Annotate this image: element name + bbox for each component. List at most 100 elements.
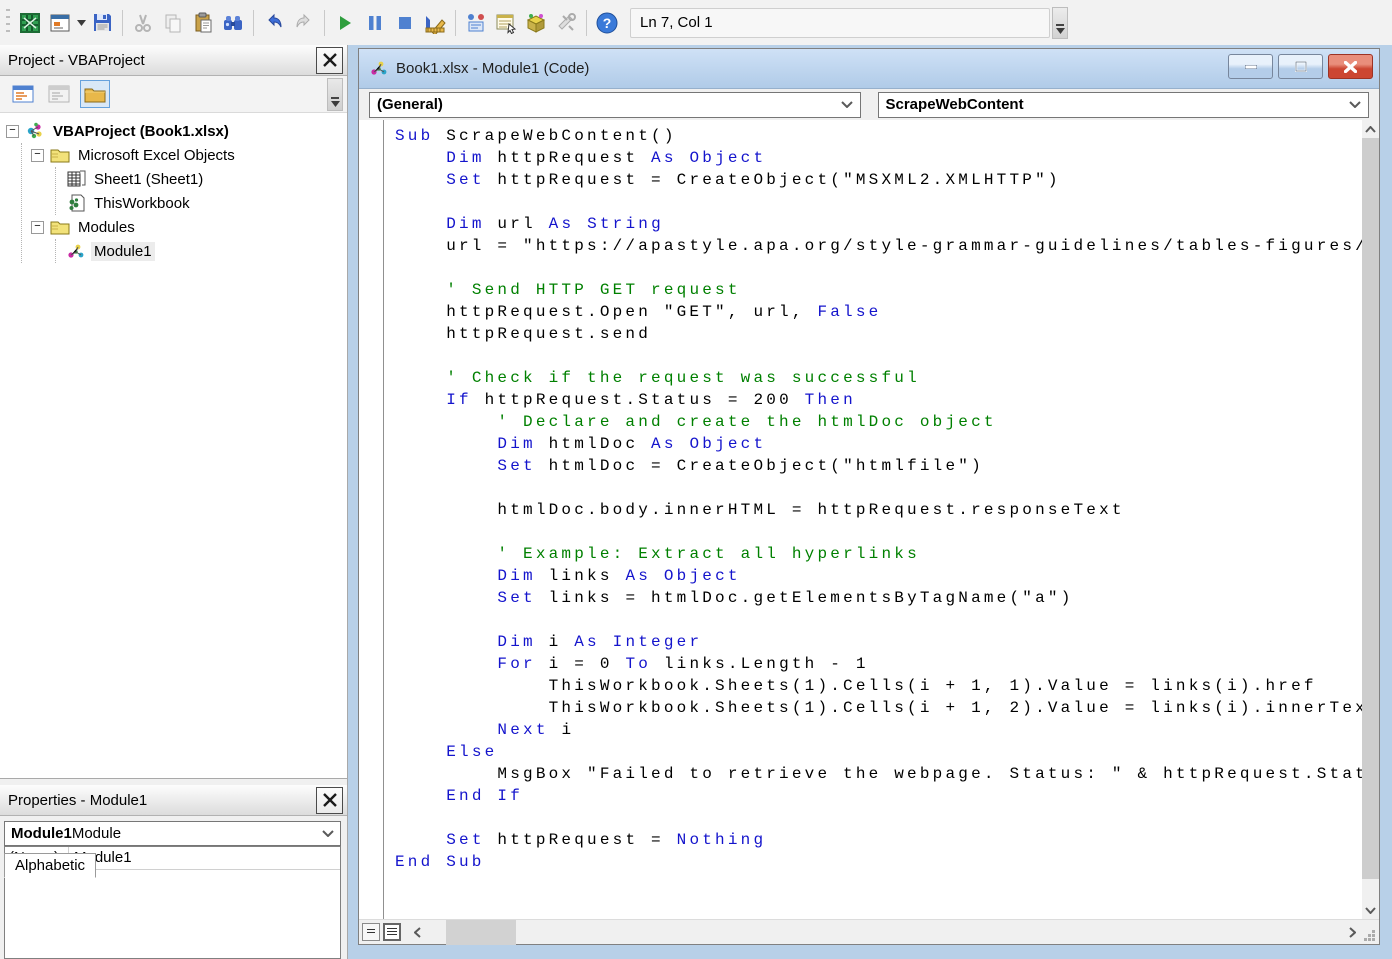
properties-panel-title: Properties - Module1 (8, 792, 316, 809)
break-icon[interactable] (361, 9, 389, 37)
project-panel-close-button[interactable] (316, 47, 343, 74)
collapse-icon[interactable] (31, 149, 44, 162)
module-icon (65, 242, 87, 260)
code-line: Dim url As String (395, 213, 1362, 235)
code-line: Dim htmlDoc As Object (395, 433, 1362, 455)
paste-icon[interactable] (189, 9, 217, 37)
save-icon[interactable] (88, 9, 116, 37)
code-line (395, 257, 1362, 279)
object-browser-icon[interactable] (522, 9, 550, 37)
toolbar-separator (455, 10, 456, 36)
code-window: Book1.xlsx - Module1 (Code) (General) (358, 48, 1380, 945)
horizontal-scrollbar-thumb[interactable] (446, 920, 516, 945)
project-explorer-icon[interactable] (462, 9, 490, 37)
object-dropdown[interactable]: (General) (369, 92, 861, 118)
code-window-titlebar[interactable]: Book1.xlsx - Module1 (Code) (359, 49, 1379, 89)
vba-project-icon (24, 122, 46, 140)
code-line: httpRequest.Open "GET", url, False (395, 301, 1362, 323)
project-panel-titlebar[interactable]: Project - VBAProject (0, 45, 347, 76)
scroll-down-icon[interactable] (1362, 901, 1379, 919)
tree-item-sheet1[interactable]: Sheet1 (Sheet1) (65, 167, 347, 191)
cut-icon[interactable] (129, 9, 157, 37)
undo-icon[interactable] (260, 9, 288, 37)
workbook-icon (65, 194, 87, 212)
find-icon[interactable] (219, 9, 247, 37)
collapse-icon[interactable] (6, 125, 19, 138)
maximize-button[interactable] (1278, 54, 1323, 79)
code-line: httpRequest.send (395, 323, 1362, 345)
tree-item-vbaproject[interactable]: VBAProject (Book1.xlsx) (6, 119, 347, 143)
project-panel-toolbar (0, 76, 347, 113)
tree-item-label: ThisWorkbook (91, 194, 193, 213)
toolbar-separator (253, 10, 254, 36)
tree-item-label: Sheet1 (Sheet1) (91, 170, 206, 189)
redo-icon[interactable] (290, 9, 318, 37)
properties-window-icon[interactable] (492, 9, 520, 37)
properties-object-selector[interactable]: Module1 Module (4, 821, 341, 846)
tree-item-modules[interactable]: Modules (31, 215, 347, 239)
project-panel-title: Project - VBAProject (8, 52, 316, 69)
toolbar-overflow-icon[interactable] (1052, 7, 1068, 39)
code-line: ' Check if the request was successful (395, 367, 1362, 389)
full-module-view-button[interactable] (383, 923, 401, 941)
code-editor[interactable]: Sub ScrapeWebContent() Dim httpRequest A… (359, 120, 1379, 919)
tree-item-excel-objects[interactable]: Microsoft Excel Objects (31, 143, 347, 167)
tree-item-label: Module1 (91, 242, 155, 261)
property-value[interactable]: Module1 (69, 847, 340, 869)
project-toolbar-overflow-icon[interactable] (327, 78, 343, 111)
chevron-down-icon (1349, 101, 1361, 108)
toolbar-separator (586, 10, 587, 36)
minimize-button[interactable] (1228, 54, 1273, 79)
standard-toolbar: ? Ln 7, Col 1 (0, 0, 1392, 45)
view-code-icon[interactable] (8, 80, 38, 108)
copy-icon[interactable] (159, 9, 187, 37)
code-line: ThisWorkbook.Sheets(1).Cells(i + 1, 1).V… (395, 675, 1362, 697)
scroll-up-icon[interactable] (1362, 120, 1379, 138)
worksheet-icon (65, 170, 87, 188)
scroll-right-icon[interactable] (1344, 920, 1361, 945)
insert-object-dropdown-caret-icon[interactable] (75, 9, 87, 37)
view-object-icon[interactable] (44, 80, 74, 108)
design-mode-icon[interactable] (421, 9, 449, 37)
insert-object-icon[interactable] (46, 9, 74, 37)
code-line: htmlDoc.body.innerHTML = httpRequest.res… (395, 499, 1362, 521)
code-line: ThisWorkbook.Sheets(1).Cells(i + 1, 2).V… (395, 697, 1362, 719)
procedure-dropdown-value: ScrapeWebContent (886, 96, 1024, 113)
selected-object-type: Module (72, 825, 121, 842)
vertical-scrollbar[interactable] (1362, 120, 1379, 919)
module-icon (369, 60, 389, 77)
code-window-bottom-bar (359, 919, 1379, 944)
code-line: ' Example: Extract all hyperlinks (395, 543, 1362, 565)
margin-indicator-bar[interactable] (359, 120, 384, 919)
svg-text:?: ? (603, 15, 612, 31)
code-line: End If (395, 785, 1362, 807)
procedure-view-button[interactable] (362, 923, 380, 941)
vertical-scrollbar-thumb[interactable] (1362, 138, 1379, 879)
toolbar-grip[interactable] (6, 9, 10, 37)
collapse-icon[interactable] (31, 221, 44, 234)
code-line: Dim i As Integer (395, 631, 1362, 653)
run-icon[interactable] (331, 9, 359, 37)
chevron-down-icon (841, 101, 853, 108)
code-line: If httpRequest.Status = 200 Then (395, 389, 1362, 411)
properties-panel-titlebar[interactable]: Properties - Module1 (0, 785, 347, 816)
procedure-dropdown[interactable]: ScrapeWebContent (878, 92, 1370, 118)
code-line (395, 807, 1362, 829)
toolbar-separator (324, 10, 325, 36)
code-text[interactable]: Sub ScrapeWebContent() Dim httpRequest A… (385, 120, 1362, 919)
tab-alphabetic[interactable]: Alphabetic (4, 853, 96, 878)
tree-item-thisworkbook[interactable]: ThisWorkbook (65, 191, 347, 215)
scroll-left-icon[interactable] (409, 920, 426, 945)
tree-item-module1[interactable]: Module1 (65, 239, 347, 263)
object-dropdown-value: (General) (377, 96, 443, 113)
properties-panel-close-button[interactable] (316, 787, 343, 814)
toggle-folders-icon[interactable] (80, 80, 110, 108)
tree-item-label: Microsoft Excel Objects (75, 146, 238, 165)
horizontal-scrollbar[interactable] (409, 920, 1361, 945)
toolbox-icon[interactable] (552, 9, 580, 37)
view-excel-icon[interactable] (16, 9, 44, 37)
help-icon[interactable]: ? (593, 9, 621, 37)
reset-icon[interactable] (391, 9, 419, 37)
resize-grip-icon[interactable] (1361, 920, 1379, 945)
close-button[interactable] (1328, 54, 1373, 79)
